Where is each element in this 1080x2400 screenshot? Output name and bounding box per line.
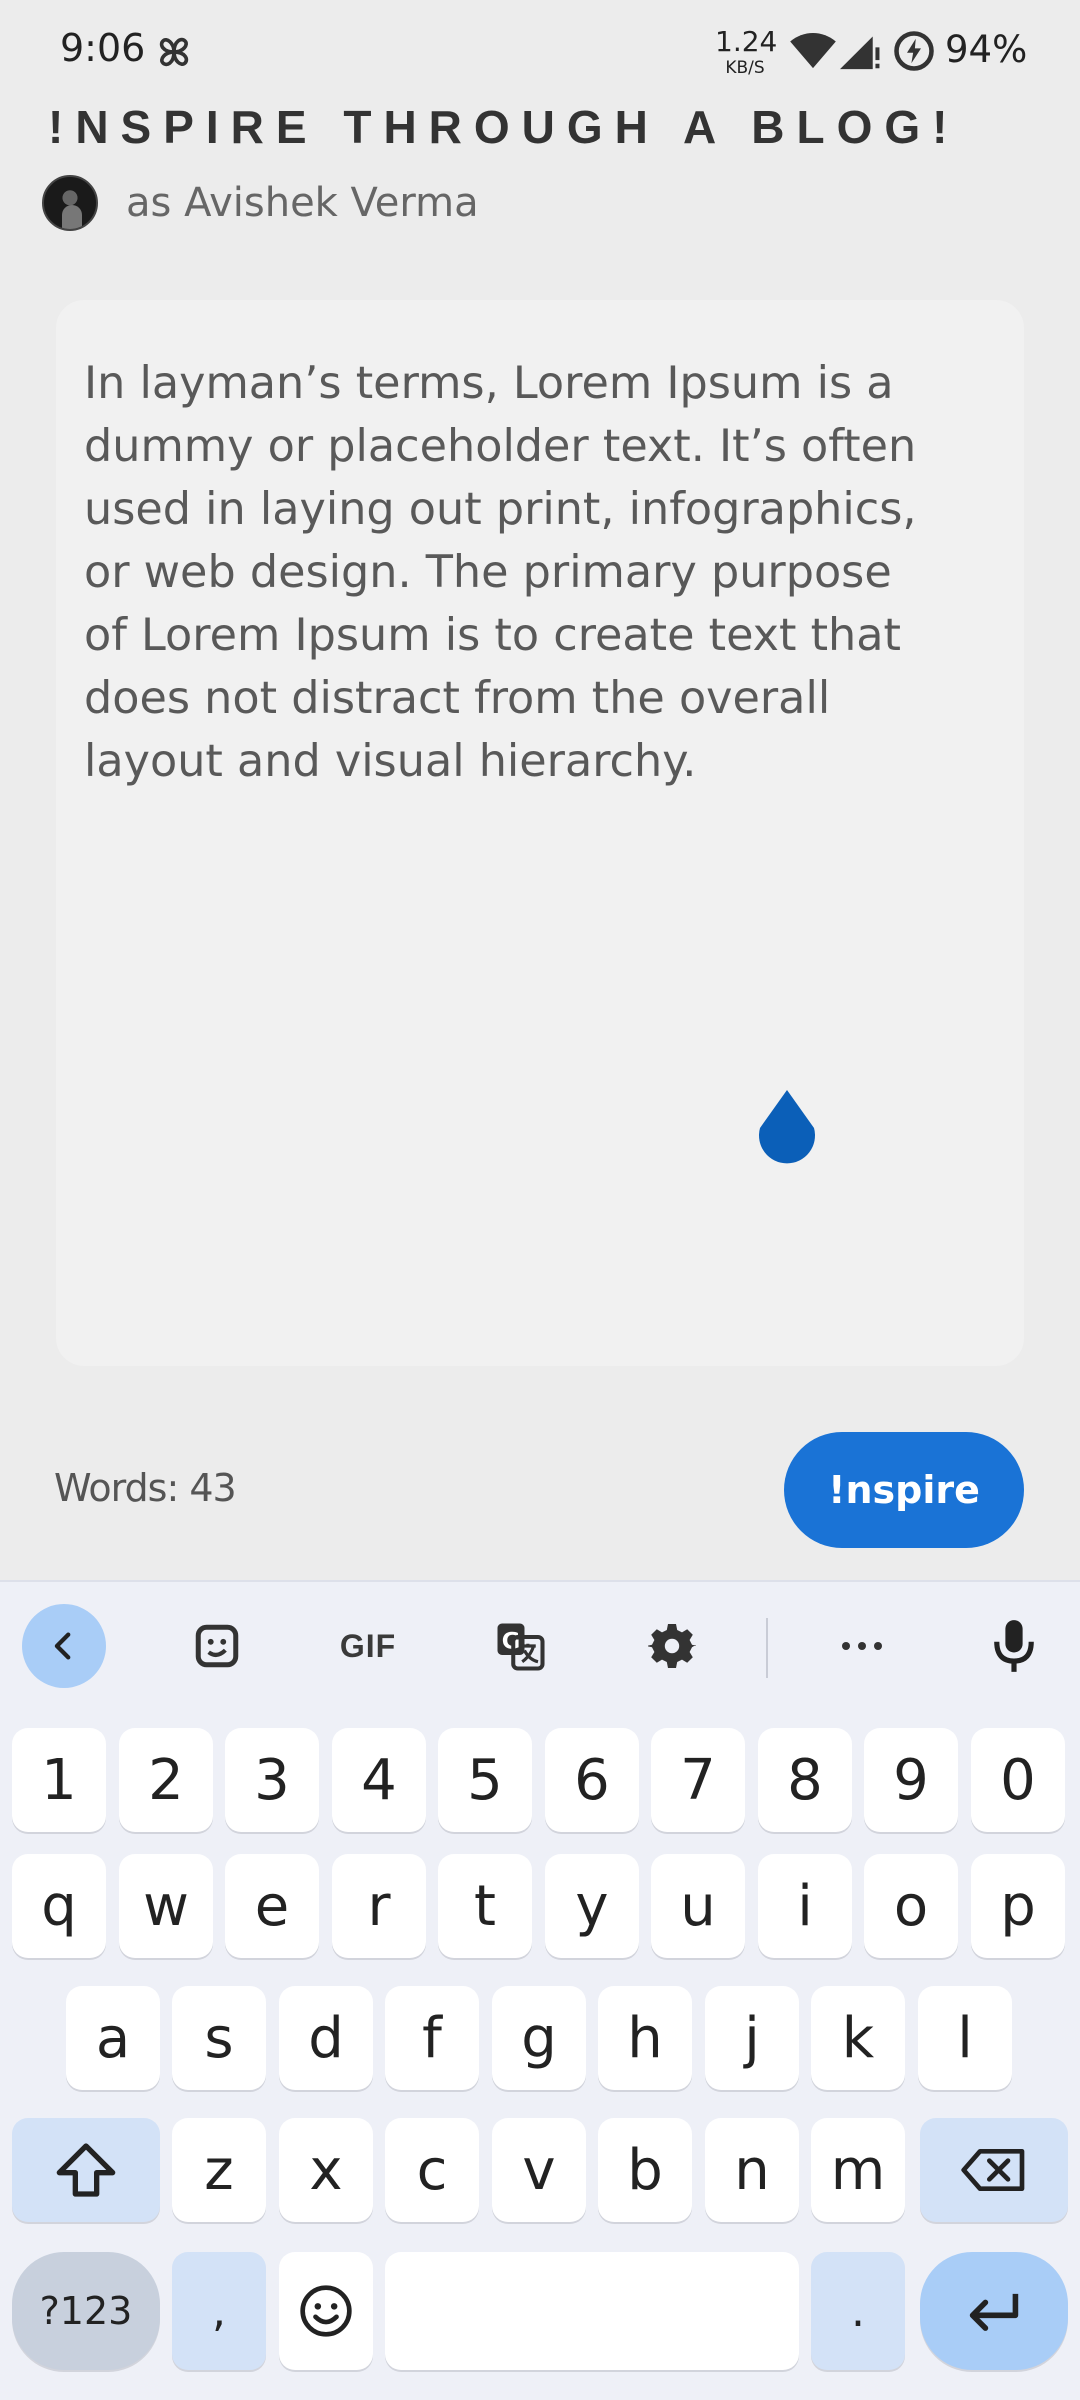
avatar: [42, 175, 98, 231]
symbols-key[interactable]: ?123: [12, 2252, 160, 2370]
sticker-icon[interactable]: [175, 1604, 259, 1688]
enter-key[interactable]: [920, 2252, 1068, 2370]
svg-text:G: G: [502, 1628, 520, 1654]
wifi-icon: [790, 32, 836, 69]
key-d[interactable]: d: [279, 1986, 373, 2090]
key-z[interactable]: z: [172, 2118, 266, 2222]
key-0[interactable]: 0: [971, 1728, 1065, 1832]
key-m[interactable]: m: [811, 2118, 905, 2222]
key-i[interactable]: i: [758, 1854, 852, 1958]
key-l[interactable]: l: [918, 1986, 1012, 2090]
key-o[interactable]: o: [864, 1854, 958, 1958]
gif-button[interactable]: GIF: [326, 1604, 410, 1688]
emoji-key[interactable]: [279, 2252, 373, 2370]
key-b[interactable]: b: [598, 2118, 692, 2222]
keyboard-toolbar: GIF G: [0, 1582, 1080, 1692]
word-count: Words: 43: [54, 1466, 237, 1510]
key-9[interactable]: 9: [864, 1728, 958, 1832]
key-u[interactable]: u: [651, 1854, 745, 1958]
key-3[interactable]: 3: [225, 1728, 319, 1832]
battery-percent: 94%: [945, 28, 1028, 71]
key-4[interactable]: 4: [332, 1728, 426, 1832]
blog-body-text[interactable]: In layman’s terms, Lorem Ipsum is a dumm…: [84, 352, 1024, 793]
key-h[interactable]: h: [598, 1986, 692, 2090]
page-title: !NSPIRE THROUGH A BLOG!: [48, 101, 960, 153]
key-7[interactable]: 7: [651, 1728, 745, 1832]
key-q[interactable]: q: [12, 1854, 106, 1958]
key-t[interactable]: t: [438, 1854, 532, 1958]
author-row: as Avishek Verma: [42, 175, 479, 231]
emoji-icon: [300, 2285, 352, 2337]
key-6[interactable]: 6: [545, 1728, 639, 1832]
key-j[interactable]: j: [705, 1986, 799, 2090]
enter-icon: [969, 2293, 1019, 2331]
key-8[interactable]: 8: [758, 1728, 852, 1832]
toolbar-divider: [766, 1618, 768, 1678]
key-r[interactable]: r: [332, 1854, 426, 1958]
backspace-icon: [961, 2148, 1025, 2191]
shift-key[interactable]: [12, 2118, 160, 2222]
key-g[interactable]: g: [492, 1986, 586, 2090]
status-bar: 9:06 1.24 KB/S 94%: [0, 0, 1080, 100]
network-speed: 1.24 KB/S: [715, 25, 778, 78]
key-f[interactable]: f: [385, 1986, 479, 2090]
text-cursor-handle-icon[interactable]: [756, 1090, 818, 1168]
key-y[interactable]: y: [545, 1854, 639, 1958]
key-c[interactable]: c: [385, 2118, 479, 2222]
key-n[interactable]: n: [705, 2118, 799, 2222]
space-key[interactable]: [385, 2252, 799, 2370]
gear-icon[interactable]: [630, 1604, 714, 1688]
author-name: as Avishek Verma: [126, 180, 479, 226]
key-k[interactable]: k: [811, 1986, 905, 2090]
keyboard: GIF G 1 2 3 4 5 6 7 8 9 0 q w e r t y u …: [0, 1580, 1080, 2400]
key-1[interactable]: 1: [12, 1728, 106, 1832]
key-a[interactable]: a: [66, 1986, 160, 2090]
inspire-button[interactable]: !nspire: [784, 1432, 1024, 1548]
translate-icon[interactable]: G: [478, 1604, 562, 1688]
more-icon[interactable]: [820, 1604, 904, 1688]
key-5[interactable]: 5: [438, 1728, 532, 1832]
mic-icon[interactable]: [972, 1604, 1056, 1688]
comma-key[interactable]: ,: [172, 2252, 266, 2370]
backspace-key[interactable]: [920, 2118, 1068, 2222]
shift-icon: [56, 2143, 116, 2197]
key-p[interactable]: p: [971, 1854, 1065, 1958]
period-key[interactable]: .: [811, 2252, 905, 2370]
chevron-left-icon[interactable]: [22, 1604, 106, 1688]
status-time: 9:06: [60, 26, 146, 70]
pinwheel-icon: [159, 37, 189, 67]
key-e[interactable]: e: [225, 1854, 319, 1958]
blog-editor[interactable]: In layman’s terms, Lorem Ipsum is a dumm…: [56, 300, 1024, 1366]
key-s[interactable]: s: [172, 1986, 266, 2090]
key-v[interactable]: v: [492, 2118, 586, 2222]
key-x[interactable]: x: [279, 2118, 373, 2222]
key-2[interactable]: 2: [119, 1728, 213, 1832]
signal-icon: [840, 36, 880, 70]
key-w[interactable]: w: [119, 1854, 213, 1958]
battery-saver-icon: [894, 31, 934, 71]
